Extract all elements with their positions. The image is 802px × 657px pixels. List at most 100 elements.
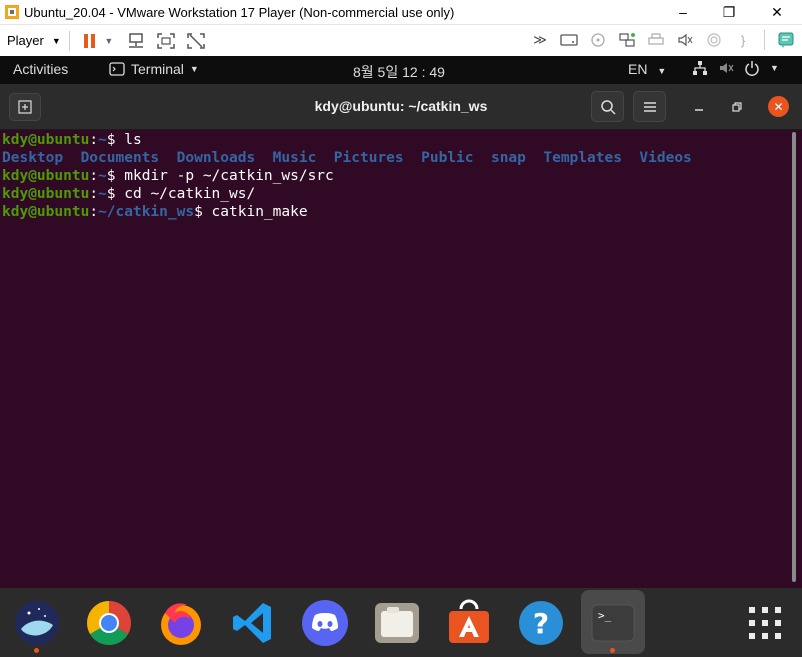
app-menu-label: Terminal — [131, 61, 184, 77]
player-menu-button[interactable]: Player ▼ — [7, 33, 61, 48]
volume-muted-icon — [720, 63, 734, 73]
dir-entry: Music — [272, 150, 317, 166]
prompt-user: kdy@ubuntu — [2, 186, 90, 202]
dir-entry: Templates — [543, 150, 622, 166]
dir-entry: Documents — [80, 150, 160, 166]
network-computer-icon — [128, 32, 143, 48]
system-menu[interactable]: ▼ — [692, 60, 779, 76]
unity-icon — [187, 32, 205, 49]
hamburger-menu-icon — [643, 101, 656, 112]
command-text: ls — [124, 132, 142, 148]
kde-connect-icon[interactable] — [12, 598, 62, 648]
restore-icon — [732, 102, 742, 112]
show-apps-icon[interactable] — [740, 598, 790, 648]
software-center-icon[interactable] — [444, 598, 494, 648]
dir-entry: Videos — [639, 150, 692, 166]
vm-toolbar: Player ▼ ▼ ≫ } — [0, 24, 802, 56]
terminal-line: kdy@ubuntu:~/catkin_ws$ catkin_make — [2, 204, 308, 220]
cd-dvd-icon[interactable] — [586, 28, 610, 52]
running-indicator — [610, 648, 615, 653]
power-icon — [745, 61, 759, 76]
chevron-down-icon: ▼ — [657, 66, 667, 76]
app-menu-button[interactable]: Terminal ▼ — [109, 61, 199, 77]
toolbar-divider — [68, 30, 70, 51]
command-text: catkin_make — [211, 204, 308, 220]
chevron-down-icon: ▼ — [51, 35, 61, 46]
prompt-user: kdy@ubuntu — [2, 132, 90, 148]
terminal-scrollbar[interactable] — [792, 132, 796, 582]
clock[interactable]: 8월 5일 12 : 49 — [353, 62, 445, 82]
terminal-maximize-button[interactable] — [728, 98, 746, 116]
close-window-button[interactable]: ✕ — [754, 0, 800, 24]
maximize-button[interactable]: ❐ — [706, 0, 752, 24]
dir-entry: Downloads — [176, 150, 256, 166]
toolbar-divider — [764, 30, 765, 50]
vmware-logo-icon — [4, 4, 20, 20]
pause-dropdown-icon[interactable]: ▼ — [102, 29, 116, 53]
network-adapter-icon[interactable] — [615, 28, 639, 52]
command-text: mkdir -p ~/catkin_ws/src — [124, 168, 334, 184]
language-label: EN — [628, 61, 648, 77]
terminal-line: kdy@ubuntu:~$ ls — [2, 132, 142, 148]
vscode-icon[interactable] — [228, 598, 278, 648]
svg-text:?: ? — [533, 607, 549, 640]
camera-icon[interactable] — [702, 28, 726, 52]
vm-titlebar: Ubuntu_20.04 - VMware Workstation 17 Pla… — [0, 0, 802, 24]
network-wired-icon — [693, 61, 707, 75]
message-log-icon[interactable] — [774, 28, 798, 52]
vm-window-title: Ubuntu_20.04 - VMware Workstation 17 Pla… — [24, 4, 455, 20]
chevron-down-icon: ▼ — [770, 63, 779, 73]
prompt-path: ~ — [98, 132, 107, 148]
terminal-line: kdy@ubuntu:~$ mkdir -p ~/catkin_ws/src — [2, 168, 334, 184]
terminal-line: Desktop Documents Downloads Music Pictur… — [2, 150, 692, 166]
dock: ? >_ — [0, 588, 802, 657]
gnome-top-panel: Activities Terminal ▼ 8월 5일 12 : 49 EN ▼… — [0, 56, 802, 84]
hamburger-menu-button[interactable] — [633, 91, 666, 122]
pause-button[interactable] — [78, 29, 102, 53]
command-text: cd ~/catkin_ws/ — [124, 186, 256, 202]
files-icon[interactable] — [372, 598, 422, 648]
prompt-path: ~ — [98, 168, 107, 184]
terminal-title: kdy@ubuntu: ~/catkin_ws — [314, 98, 488, 114]
chevron-right-double-icon[interactable]: ≫ — [528, 28, 552, 52]
terminal-minimize-button[interactable] — [690, 98, 708, 116]
terminal-line: kdy@ubuntu:~$ cd ~/catkin_ws/ — [2, 186, 256, 202]
prompt-user: kdy@ubuntu — [2, 204, 90, 220]
unity-mode-button[interactable] — [184, 29, 208, 53]
pause-icon — [83, 33, 95, 48]
chevron-down-icon: ▼ — [189, 64, 199, 74]
terminal-icon[interactable]: >_ — [588, 598, 638, 648]
send-ctrl-alt-del-button[interactable] — [124, 29, 148, 53]
fullscreen-button[interactable] — [154, 29, 178, 53]
search-button[interactable] — [591, 91, 624, 122]
minimize-button[interactable]: – — [660, 0, 706, 24]
terminal-output[interactable]: kdy@ubuntu:~$ ls Desktop Documents Downl… — [0, 130, 802, 588]
device-icons: ≫ } — [528, 28, 798, 52]
sound-card-icon[interactable] — [673, 28, 697, 52]
terminal-prompt-glyph: >_ — [598, 609, 612, 622]
language-selector[interactable]: EN ▼ — [628, 61, 666, 77]
dir-entry: Public — [421, 150, 474, 166]
running-indicator — [34, 648, 39, 653]
prompt-path: ~/catkin_ws — [98, 204, 195, 220]
help-icon[interactable]: ? — [516, 598, 566, 648]
activities-button[interactable]: Activities — [13, 61, 68, 77]
search-icon — [600, 99, 616, 115]
hard-disk-icon[interactable] — [557, 28, 581, 52]
player-menu-label: Player — [7, 33, 44, 48]
minimize-icon — [695, 109, 703, 111]
close-icon: ✕ — [773, 99, 784, 114]
dir-entry: Desktop — [2, 150, 64, 166]
discord-icon[interactable] — [300, 598, 350, 648]
terminal-small-icon — [109, 62, 125, 76]
printer-icon[interactable] — [644, 28, 668, 52]
firefox-icon[interactable] — [156, 598, 206, 648]
terminal-close-button[interactable]: ✕ — [768, 96, 789, 117]
terminal-headerbar: kdy@ubuntu: ~/catkin_ws — [0, 84, 802, 130]
dir-entry: Pictures — [333, 150, 404, 166]
chrome-icon[interactable] — [84, 598, 134, 648]
prompt-path: ~ — [98, 186, 107, 202]
usb-icon[interactable]: } — [731, 28, 755, 52]
fullscreen-icon — [157, 32, 175, 49]
dir-entry: snap — [490, 150, 526, 166]
